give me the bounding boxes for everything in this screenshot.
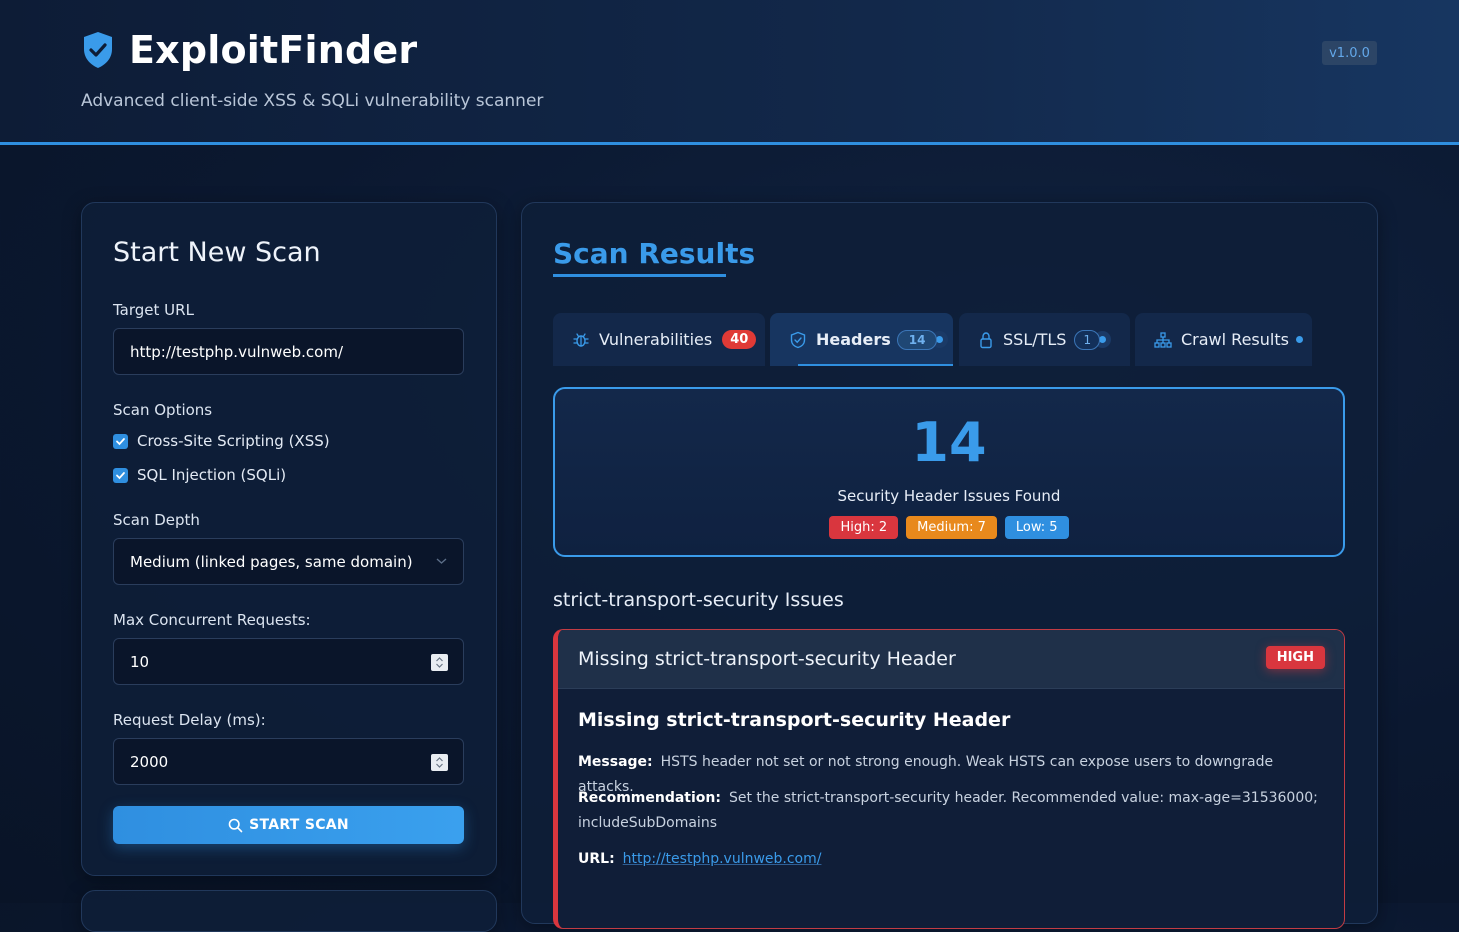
issues-section-title: strict-transport-security Issues	[553, 589, 844, 611]
tab-crawl-results-label: Crawl Results	[1181, 330, 1289, 349]
shield-check-icon	[84, 32, 112, 68]
url-label: URL:	[578, 851, 615, 867]
severity-badge: HIGH	[1265, 646, 1325, 669]
issue-url-link[interactable]: http://testphp.vulnweb.com/	[623, 851, 822, 867]
start-scan-button[interactable]: START SCAN	[113, 806, 464, 844]
issue-title: Missing strict-transport-security Header	[578, 709, 1011, 731]
headers-count-badge: 14	[896, 329, 938, 350]
check-icon	[116, 471, 125, 479]
tab-vulnerabilities-label: Vulnerabilities	[599, 330, 713, 349]
app-title: ExploitFinder	[129, 28, 418, 72]
message-label: Message:	[578, 754, 653, 770]
high-count-pill: High: 2	[829, 516, 899, 539]
tab-ssl-tls-label: SSL/TLS	[1003, 330, 1067, 349]
concurrent-value: 10	[130, 652, 150, 671]
severity-pills: High: 2 Medium: 7 Low: 5	[555, 516, 1343, 539]
recommendation-label: Recommendation:	[578, 790, 721, 806]
sqli-checkbox[interactable]	[113, 467, 128, 483]
results-title: Scan Results	[553, 237, 756, 270]
target-url-input[interactable]: http://testphp.vulnweb.com/	[113, 328, 464, 375]
chevron-down-icon	[436, 558, 447, 564]
issue-recommendation: Recommendation: Set the strict-transport-…	[578, 786, 1318, 836]
delay-label: Request Delay (ms):	[113, 711, 266, 729]
header-issues-summary: 14 Security Header Issues Found High: 2 …	[553, 387, 1345, 557]
concurrent-input[interactable]: 10	[113, 638, 464, 685]
bug-icon	[572, 331, 590, 349]
delay-value: 2000	[130, 752, 169, 771]
tab-headers-label: Headers	[816, 330, 891, 349]
target-url-value: http://testphp.vulnweb.com/	[130, 342, 344, 361]
tab-vulnerabilities[interactable]: Vulnerabilities 40	[553, 313, 765, 366]
sqli-option-label: SQL Injection (SQLi)	[137, 466, 287, 484]
scan-options-label: Scan Options	[113, 401, 213, 419]
xss-option[interactable]: Cross-Site Scripting (XSS)	[113, 432, 330, 450]
delay-input[interactable]: 2000	[113, 738, 464, 785]
check-icon	[116, 437, 125, 445]
concurrent-stepper[interactable]	[431, 654, 448, 671]
scan-depth-select[interactable]: Medium (linked pages, same domain)	[113, 538, 464, 585]
issue-card-header[interactable]: Missing strict-transport-security Header…	[558, 630, 1344, 689]
xss-checkbox[interactable]	[113, 433, 128, 449]
active-tab-indicator	[798, 364, 953, 366]
app-header: ExploitFinder Advanced client-side XSS &…	[0, 0, 1459, 145]
app-tagline: Advanced client-side XSS & SQLi vulnerab…	[81, 91, 544, 111]
stepper-arrows-icon	[436, 757, 443, 768]
tab-ssl-tls[interactable]: SSL/TLS 1	[959, 313, 1130, 366]
xss-option-label: Cross-Site Scripting (XSS)	[137, 432, 330, 450]
low-count-pill: Low: 5	[1004, 516, 1069, 539]
lock-icon	[978, 331, 994, 349]
tab-headers[interactable]: Headers 14	[770, 313, 953, 366]
secondary-card	[81, 890, 497, 932]
sqli-option[interactable]: SQL Injection (SQLi)	[113, 466, 286, 484]
concurrent-label: Max Concurrent Requests:	[113, 611, 311, 629]
tab-crawl-results[interactable]: Crawl Results	[1135, 313, 1312, 366]
start-scan-label: START SCAN	[249, 817, 349, 833]
target-url-label: Target URL	[113, 301, 194, 319]
search-icon	[228, 818, 243, 832]
brand: ExploitFinder	[81, 28, 417, 72]
sitemap-icon	[1154, 331, 1172, 348]
issue-url: URL: http://testphp.vulnweb.com/	[578, 847, 1318, 872]
issue-card: Missing strict-transport-security Header…	[553, 629, 1345, 929]
summary-count: 14	[911, 411, 987, 474]
shield-icon	[789, 331, 807, 349]
summary-label: Security Header Issues Found	[837, 487, 1061, 505]
scan-depth-label: Scan Depth	[113, 511, 200, 529]
medium-count-pill: Medium: 7	[906, 516, 997, 539]
scan-form-title: Start New Scan	[113, 237, 321, 268]
results-card: Scan Results Vulnerabilities 40 Headers …	[521, 202, 1378, 929]
vulnerabilities-count-badge: 40	[722, 330, 757, 349]
delay-stepper[interactable]	[431, 754, 448, 771]
scan-depth-value: Medium (linked pages, same domain)	[130, 552, 413, 571]
ssl-count-badge: 1	[1074, 329, 1101, 350]
stepper-arrows-icon	[436, 657, 443, 668]
crawl-status-dot	[1295, 336, 1303, 343]
scan-form-card: Start New Scan Target URL http://testphp…	[81, 202, 497, 876]
results-title-underline	[553, 274, 726, 277]
version-badge: v1.0.0	[1322, 41, 1377, 65]
issue-header-title: Missing strict-transport-security Header	[578, 648, 956, 670]
